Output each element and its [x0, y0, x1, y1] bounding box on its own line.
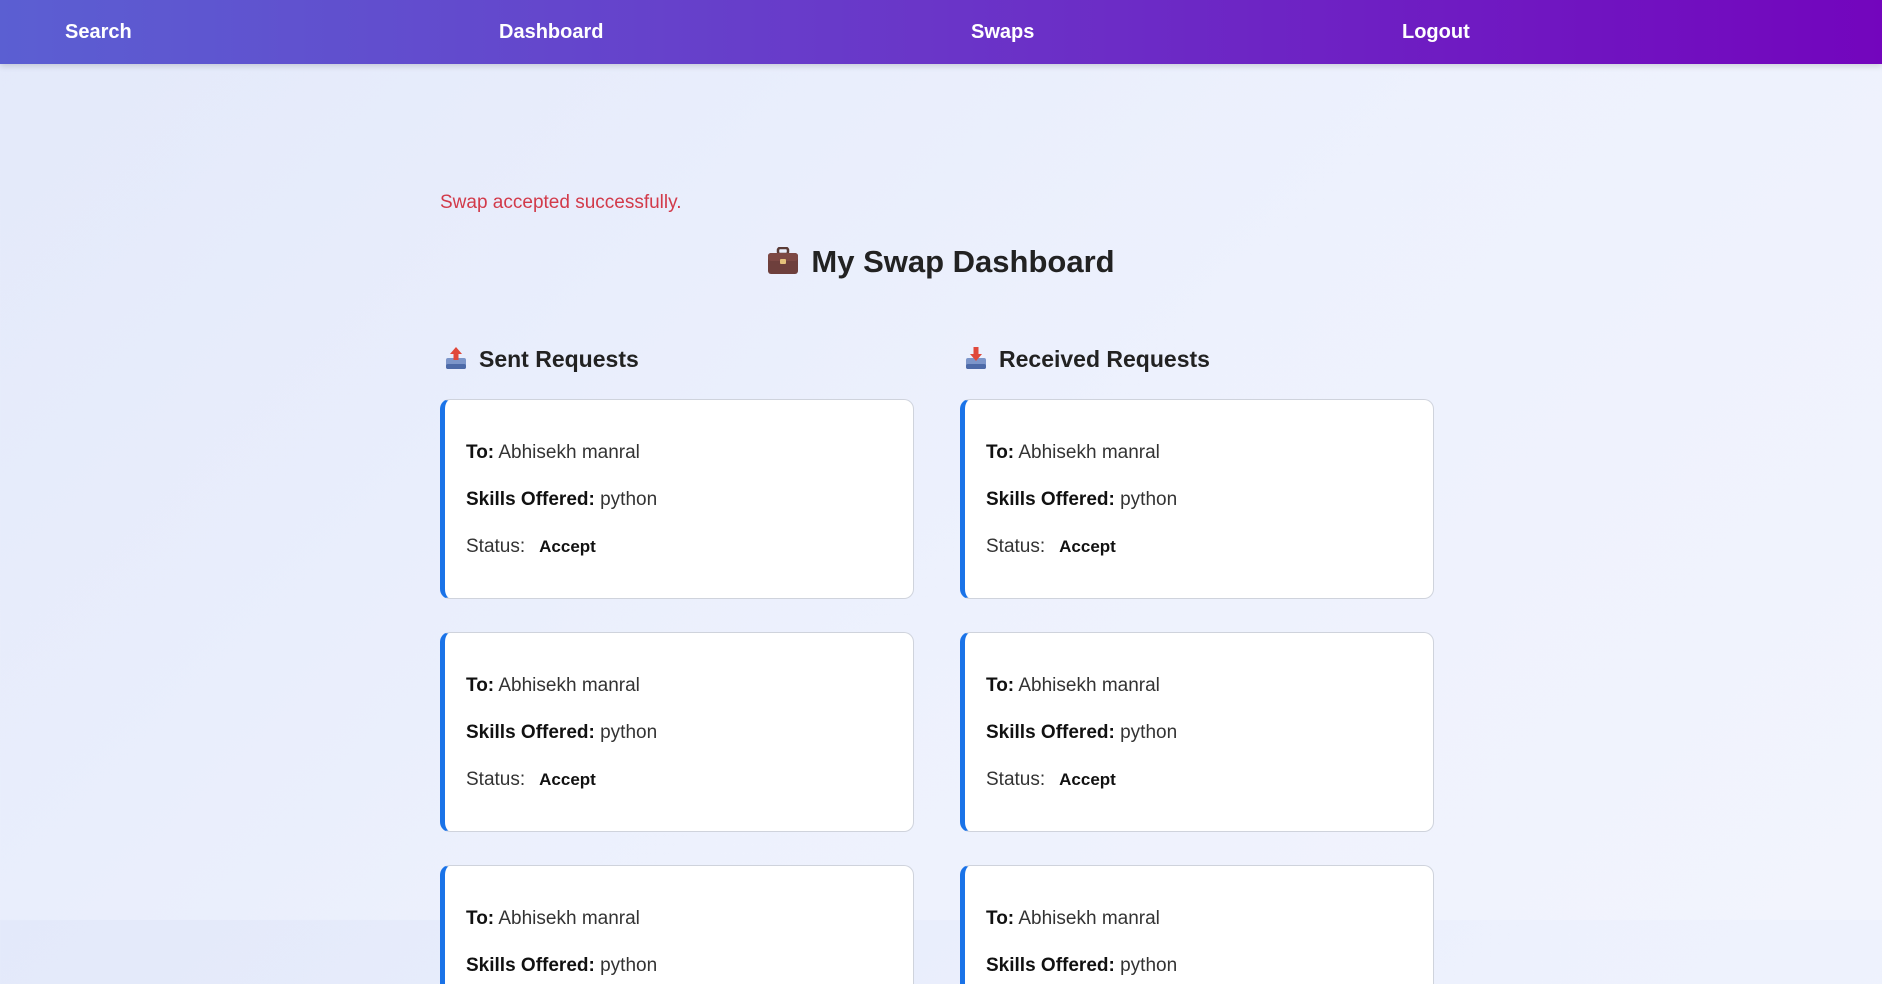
skills-value: python	[600, 722, 658, 743]
outbox-tray-icon	[445, 346, 467, 376]
card-status-row: Status: Accept	[986, 536, 1116, 558]
skills-label: Skills Offered:	[466, 489, 595, 510]
card-skills-row: Skills Offered: python	[466, 955, 657, 977]
status-label: Status:	[986, 769, 1046, 790]
sent-request-card: To: Abhisekh manral Skills Offered: pyth…	[440, 865, 914, 984]
card-skills-row: Skills Offered: python	[986, 955, 1177, 977]
briefcase-icon	[767, 246, 799, 283]
received-request-card: To: Abhisekh manral Skills Offered: pyth…	[960, 399, 1434, 599]
skills-value: python	[1120, 722, 1178, 743]
status-value: Accept	[539, 537, 596, 556]
status-label: Status:	[466, 536, 526, 557]
nav-swaps-link[interactable]: Swaps	[971, 0, 1034, 64]
nav-search-link[interactable]: Search	[65, 0, 132, 64]
skills-label: Skills Offered:	[986, 955, 1115, 976]
skills-label: Skills Offered:	[466, 722, 595, 743]
received-request-card: To: Abhisekh manral Skills Offered: pyth…	[960, 632, 1434, 832]
card-to-row: To: Abhisekh manral	[466, 675, 640, 697]
sent-request-card: To: Abhisekh manral Skills Offered: pyth…	[440, 399, 914, 599]
card-to-row: To: Abhisekh manral	[986, 908, 1160, 930]
status-label: Status:	[466, 769, 526, 790]
nav-dashboard-link[interactable]: Dashboard	[499, 0, 603, 64]
nav-logout-link[interactable]: Logout	[1402, 0, 1470, 64]
sent-requests-heading: Sent Requests	[445, 346, 639, 376]
top-navbar: Search Dashboard Swaps Logout	[0, 0, 1882, 64]
card-status-row: Status: Accept	[466, 536, 596, 558]
received-request-card: To: Abhisekh manral Skills Offered: pyth…	[960, 865, 1434, 984]
to-value: Abhisekh manral	[1018, 675, 1160, 696]
card-to-row: To: Abhisekh manral	[466, 442, 640, 464]
skills-label: Skills Offered:	[986, 722, 1115, 743]
to-value: Abhisekh manral	[498, 675, 640, 696]
to-value: Abhisekh manral	[498, 908, 640, 929]
skills-value: python	[1120, 489, 1178, 510]
to-value: Abhisekh manral	[1018, 908, 1160, 929]
card-status-row: Status: Accept	[986, 769, 1116, 791]
to-label: To:	[466, 442, 495, 463]
page-title: My Swap Dashboard	[0, 244, 1882, 283]
status-value: Accept	[1059, 770, 1116, 789]
card-skills-row: Skills Offered: python	[466, 489, 657, 511]
to-label: To:	[986, 675, 1015, 696]
skills-value: python	[600, 955, 658, 976]
received-requests-heading-text: Received Requests	[999, 346, 1210, 372]
card-skills-row: Skills Offered: python	[986, 722, 1177, 744]
card-skills-row: Skills Offered: python	[986, 489, 1177, 511]
skills-label: Skills Offered:	[986, 489, 1115, 510]
inbox-tray-icon	[965, 346, 987, 376]
card-to-row: To: Abhisekh manral	[466, 908, 640, 930]
to-value: Abhisekh manral	[498, 442, 640, 463]
status-value: Accept	[539, 770, 596, 789]
card-skills-row: Skills Offered: python	[466, 722, 657, 744]
status-value: Accept	[1059, 537, 1116, 556]
received-requests-heading: Received Requests	[965, 346, 1210, 376]
card-to-row: To: Abhisekh manral	[986, 442, 1160, 464]
to-label: To:	[466, 675, 495, 696]
flash-message: Swap accepted successfully.	[440, 192, 682, 213]
sent-requests-heading-text: Sent Requests	[479, 346, 639, 372]
card-to-row: To: Abhisekh manral	[986, 675, 1160, 697]
to-label: To:	[986, 908, 1015, 929]
skills-label: Skills Offered:	[466, 955, 595, 976]
to-value: Abhisekh manral	[1018, 442, 1160, 463]
to-label: To:	[986, 442, 1015, 463]
sent-request-card: To: Abhisekh manral Skills Offered: pyth…	[440, 632, 914, 832]
page-title-text: My Swap Dashboard	[811, 244, 1115, 279]
skills-value: python	[1120, 955, 1178, 976]
status-label: Status:	[986, 536, 1046, 557]
card-status-row: Status: Accept	[466, 769, 596, 791]
skills-value: python	[600, 489, 658, 510]
to-label: To:	[466, 908, 495, 929]
